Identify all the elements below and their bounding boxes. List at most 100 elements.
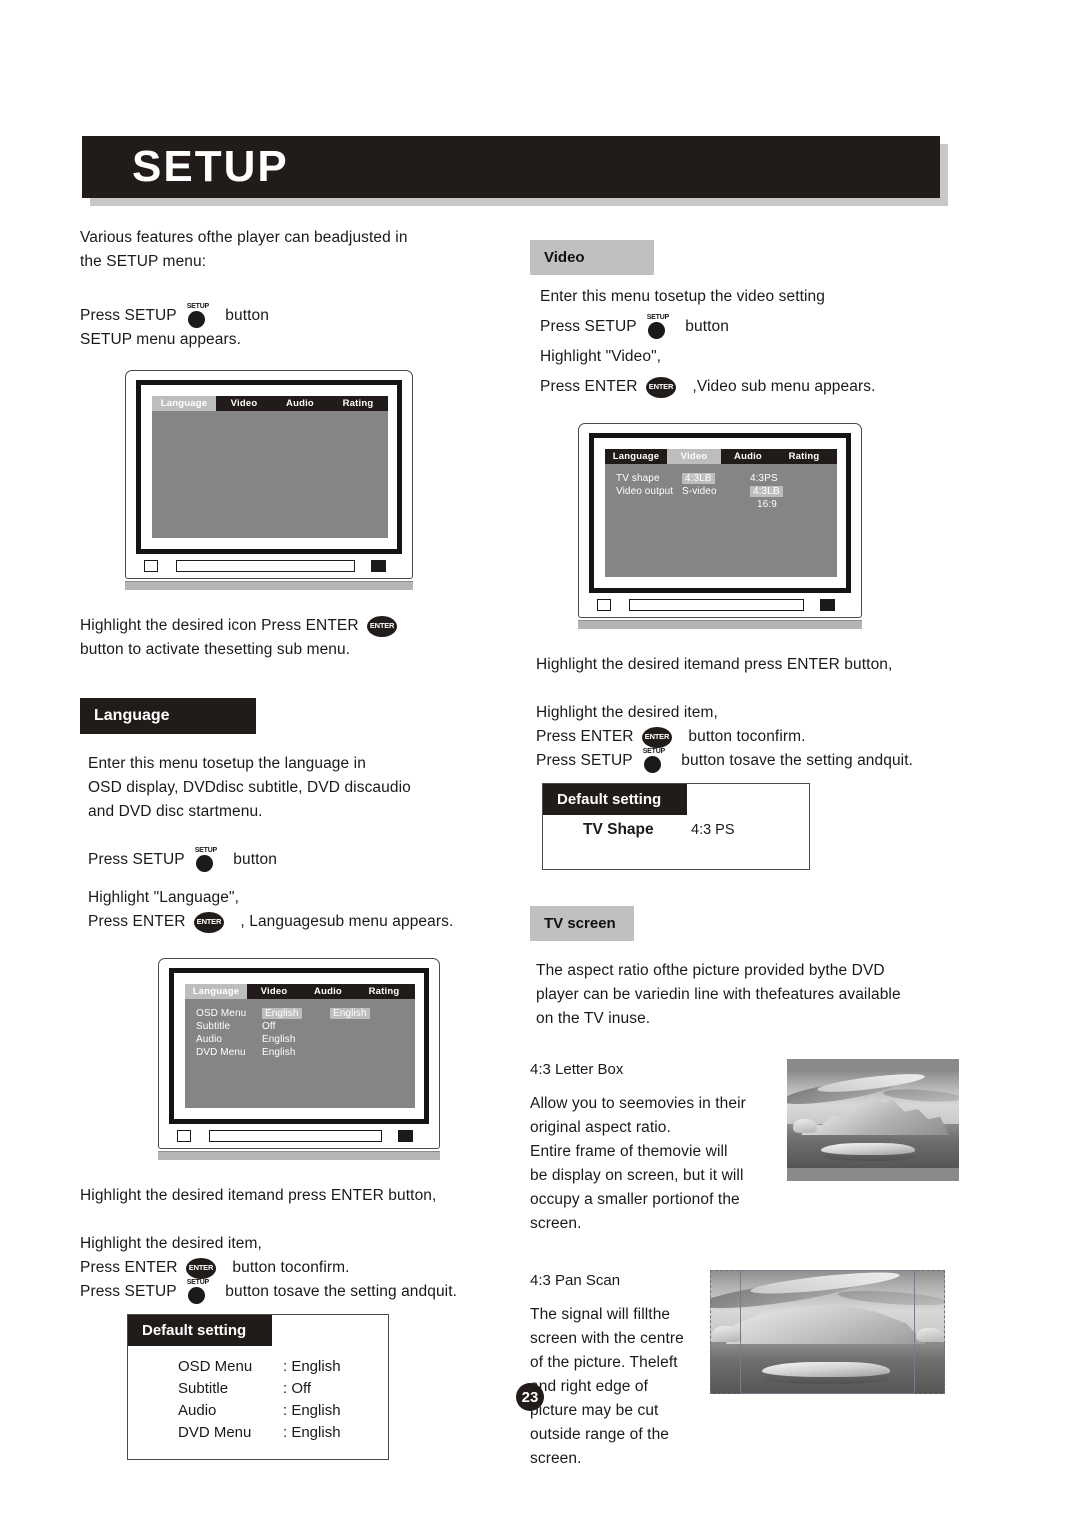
setup-button-icon: SETUP <box>645 314 671 339</box>
osd-row[interactable]: TV shape 4:3LB 4:3PS <box>616 472 837 485</box>
video-footer-setup-text: Press SETUP <box>536 752 633 770</box>
osd-row-value[interactable]: English <box>262 1034 330 1045</box>
tv-front-controls <box>589 593 851 613</box>
video-menu-tv-illustration: Language Video Audio Rating TV shape 4:3… <box>578 423 862 630</box>
page-number: 23 <box>516 1383 544 1411</box>
letterbox-body-2: original aspect ratio. <box>530 1119 671 1137</box>
letterbox-body-1: Allow you to seemovies in their <box>530 1095 746 1113</box>
video-section-header-wrap: Video <box>530 240 960 275</box>
letterbox-body-4: be display on screen, but it will <box>530 1167 744 1185</box>
letterbox-photo <box>787 1059 959 1182</box>
osd-row[interactable]: Subtitle Off <box>196 1020 415 1033</box>
right-column: Video Enter this menu tosetup the video … <box>530 240 960 1471</box>
osd-tab-audio[interactable]: Audio <box>301 984 355 999</box>
language-para-2: OSD display, DVDdisc subtitle, DVD disca… <box>88 779 411 797</box>
setup-button-icon: SETUP <box>193 847 219 873</box>
language-section-header: Language <box>80 698 256 735</box>
tv-control-block <box>820 599 835 612</box>
language-default-setting-box: Default setting OSD Menu : English Subti… <box>127 1314 389 1461</box>
osd-row[interactable]: Audio English <box>196 1033 415 1046</box>
default-setting-key: OSD Menu <box>178 1358 253 1376</box>
language-press-enter-text: Press ENTER <box>88 913 186 931</box>
osd-row-value-text: 4:3LB <box>682 473 715 485</box>
enter-icon-label: ENTER <box>188 1263 214 1273</box>
osd-row-label: Audio <box>196 1034 223 1046</box>
left-column: Various features ofthe player can beadju… <box>80 226 510 1461</box>
language-section-header-wrap: Language <box>80 698 510 735</box>
osd-tab-video[interactable]: Video <box>247 984 301 999</box>
default-setting-value: : English <box>283 1358 341 1376</box>
osd-row-option-text: English <box>330 1008 370 1020</box>
activate-submenu-line-1: Highlight the desired icon Press ENTER E… <box>80 614 510 638</box>
letterbox-body-6: screen. <box>530 1215 582 1233</box>
language-para-3: and DVD disc startmenu. <box>88 803 263 821</box>
language-press-setup-text: Press SETUP <box>88 851 185 869</box>
tv-bezel: Language Video Audio Rating OSD Menu Eng… <box>169 968 429 1125</box>
activate-submenu-line-2: button to activate thesetting sub menu. <box>80 641 351 659</box>
osd-tab-language[interactable]: Language <box>152 396 216 412</box>
default-setting-key: Subtitle <box>178 1380 229 1397</box>
osd-tab-rating[interactable]: Rating <box>328 396 388 411</box>
page-header-banner: SETUP <box>82 136 948 206</box>
tv-front-controls <box>136 554 402 574</box>
language-highlight-line: Highlight "Language", <box>88 889 239 907</box>
osd-row-option[interactable]: 16:9 <box>750 499 777 510</box>
osd-screen: Language Video Audio Rating TV shape 4:3… <box>605 449 837 578</box>
panscan-photo-wrap <box>710 1270 945 1395</box>
video-default-setting-title: Default setting <box>543 784 688 816</box>
osd-row-label: OSD Menu <box>196 1008 247 1020</box>
tv-screen-para-1: The aspect ratio ofthe picture provided … <box>536 962 885 980</box>
osd-row-value[interactable]: 4:3LB <box>682 473 750 485</box>
photo-floe <box>762 1362 890 1378</box>
photo-small-iceberg <box>916 1328 944 1343</box>
language-footer-line-2: Highlight the desired item, <box>80 1235 262 1253</box>
osd-row-value[interactable]: English <box>262 1047 330 1058</box>
osd-tab-rating[interactable]: Rating <box>355 984 413 999</box>
tv-control-block <box>398 1130 413 1143</box>
osd-row-value[interactable]: S-video <box>682 486 750 497</box>
panscan-body-7: screen. <box>530 1450 582 1468</box>
video-footer-line-2: Highlight the desired item, <box>536 704 718 722</box>
letterbox-text: 4:3 Letter Box Allow you to seemovies in… <box>530 1061 765 1236</box>
language-menu-tv-illustration: Language Video Audio Rating OSD Menu Eng… <box>158 958 440 1161</box>
osd-row-option[interactable]: 4:3LB <box>750 486 783 498</box>
video-press-setup-text: Press SETUP <box>540 318 637 336</box>
osd-row-value[interactable]: English <box>262 1008 330 1020</box>
osd-row-option[interactable]: English <box>330 1008 370 1020</box>
language-footer-setup-suffix: button tosave the setting andquit. <box>225 1283 458 1301</box>
osd-row-option[interactable]: 4:3PS <box>750 473 778 484</box>
setup-icon-dot <box>187 310 205 328</box>
language-press-setup-line: Press SETUP SETUP button <box>80 847 510 873</box>
default-setting-row: Subtitle : Off <box>178 1378 388 1400</box>
osd-tab-rating[interactable]: Rating <box>775 449 833 464</box>
osd-tab-language[interactable]: Language <box>605 449 667 464</box>
menu-appears-line: SETUP menu appears. <box>80 331 242 349</box>
enter-icon-label: ENTER <box>644 732 670 741</box>
activate-submenu-text-b: Press ENTER <box>261 617 359 635</box>
default-setting-row: Audio : English <box>178 1400 388 1422</box>
osd-tab-video[interactable]: Video <box>667 449 721 465</box>
osd-tab-video[interactable]: Video <box>216 396 272 411</box>
enter-button-icon: ENTER <box>185 1257 220 1280</box>
osd-row[interactable]: OSD Menu English English <box>196 1007 415 1020</box>
press-setup-line: Press SETUP SETUP button <box>80 303 510 328</box>
language-press-enter-line: Press ENTER ENTER , Languagesub menu app… <box>80 910 510 934</box>
osd-row[interactable]: 16:9 <box>616 498 837 511</box>
language-default-setting-list: OSD Menu : English Subtitle : Off Audio … <box>128 1346 388 1459</box>
video-highlight-line: Highlight "Video", <box>540 348 662 366</box>
setup-icon-dot <box>187 1287 205 1305</box>
osd-tab-language[interactable]: Language <box>185 984 247 1000</box>
osd-tab-audio[interactable]: Audio <box>272 396 328 411</box>
default-setting-value: : English <box>283 1423 341 1441</box>
enter-button-icon: ENTER <box>645 376 680 398</box>
video-press-setup-suffix: button <box>685 318 729 336</box>
enter-button-icon: ENTER <box>367 615 401 637</box>
video-footer-line-1: Highlight the desired itemand press ENTE… <box>536 656 893 674</box>
osd-tab-audio[interactable]: Audio <box>721 449 775 464</box>
osd-row[interactable]: Video output S-video 4:3LB <box>616 485 837 498</box>
tv-control-slot <box>209 1130 382 1143</box>
letterbox-body-5: occupy a smaller portionof the <box>530 1191 740 1209</box>
osd-row-value[interactable]: Off <box>262 1021 330 1032</box>
osd-row-option-text: 4:3LB <box>750 486 783 498</box>
osd-row[interactable]: DVD Menu English <box>196 1046 415 1059</box>
